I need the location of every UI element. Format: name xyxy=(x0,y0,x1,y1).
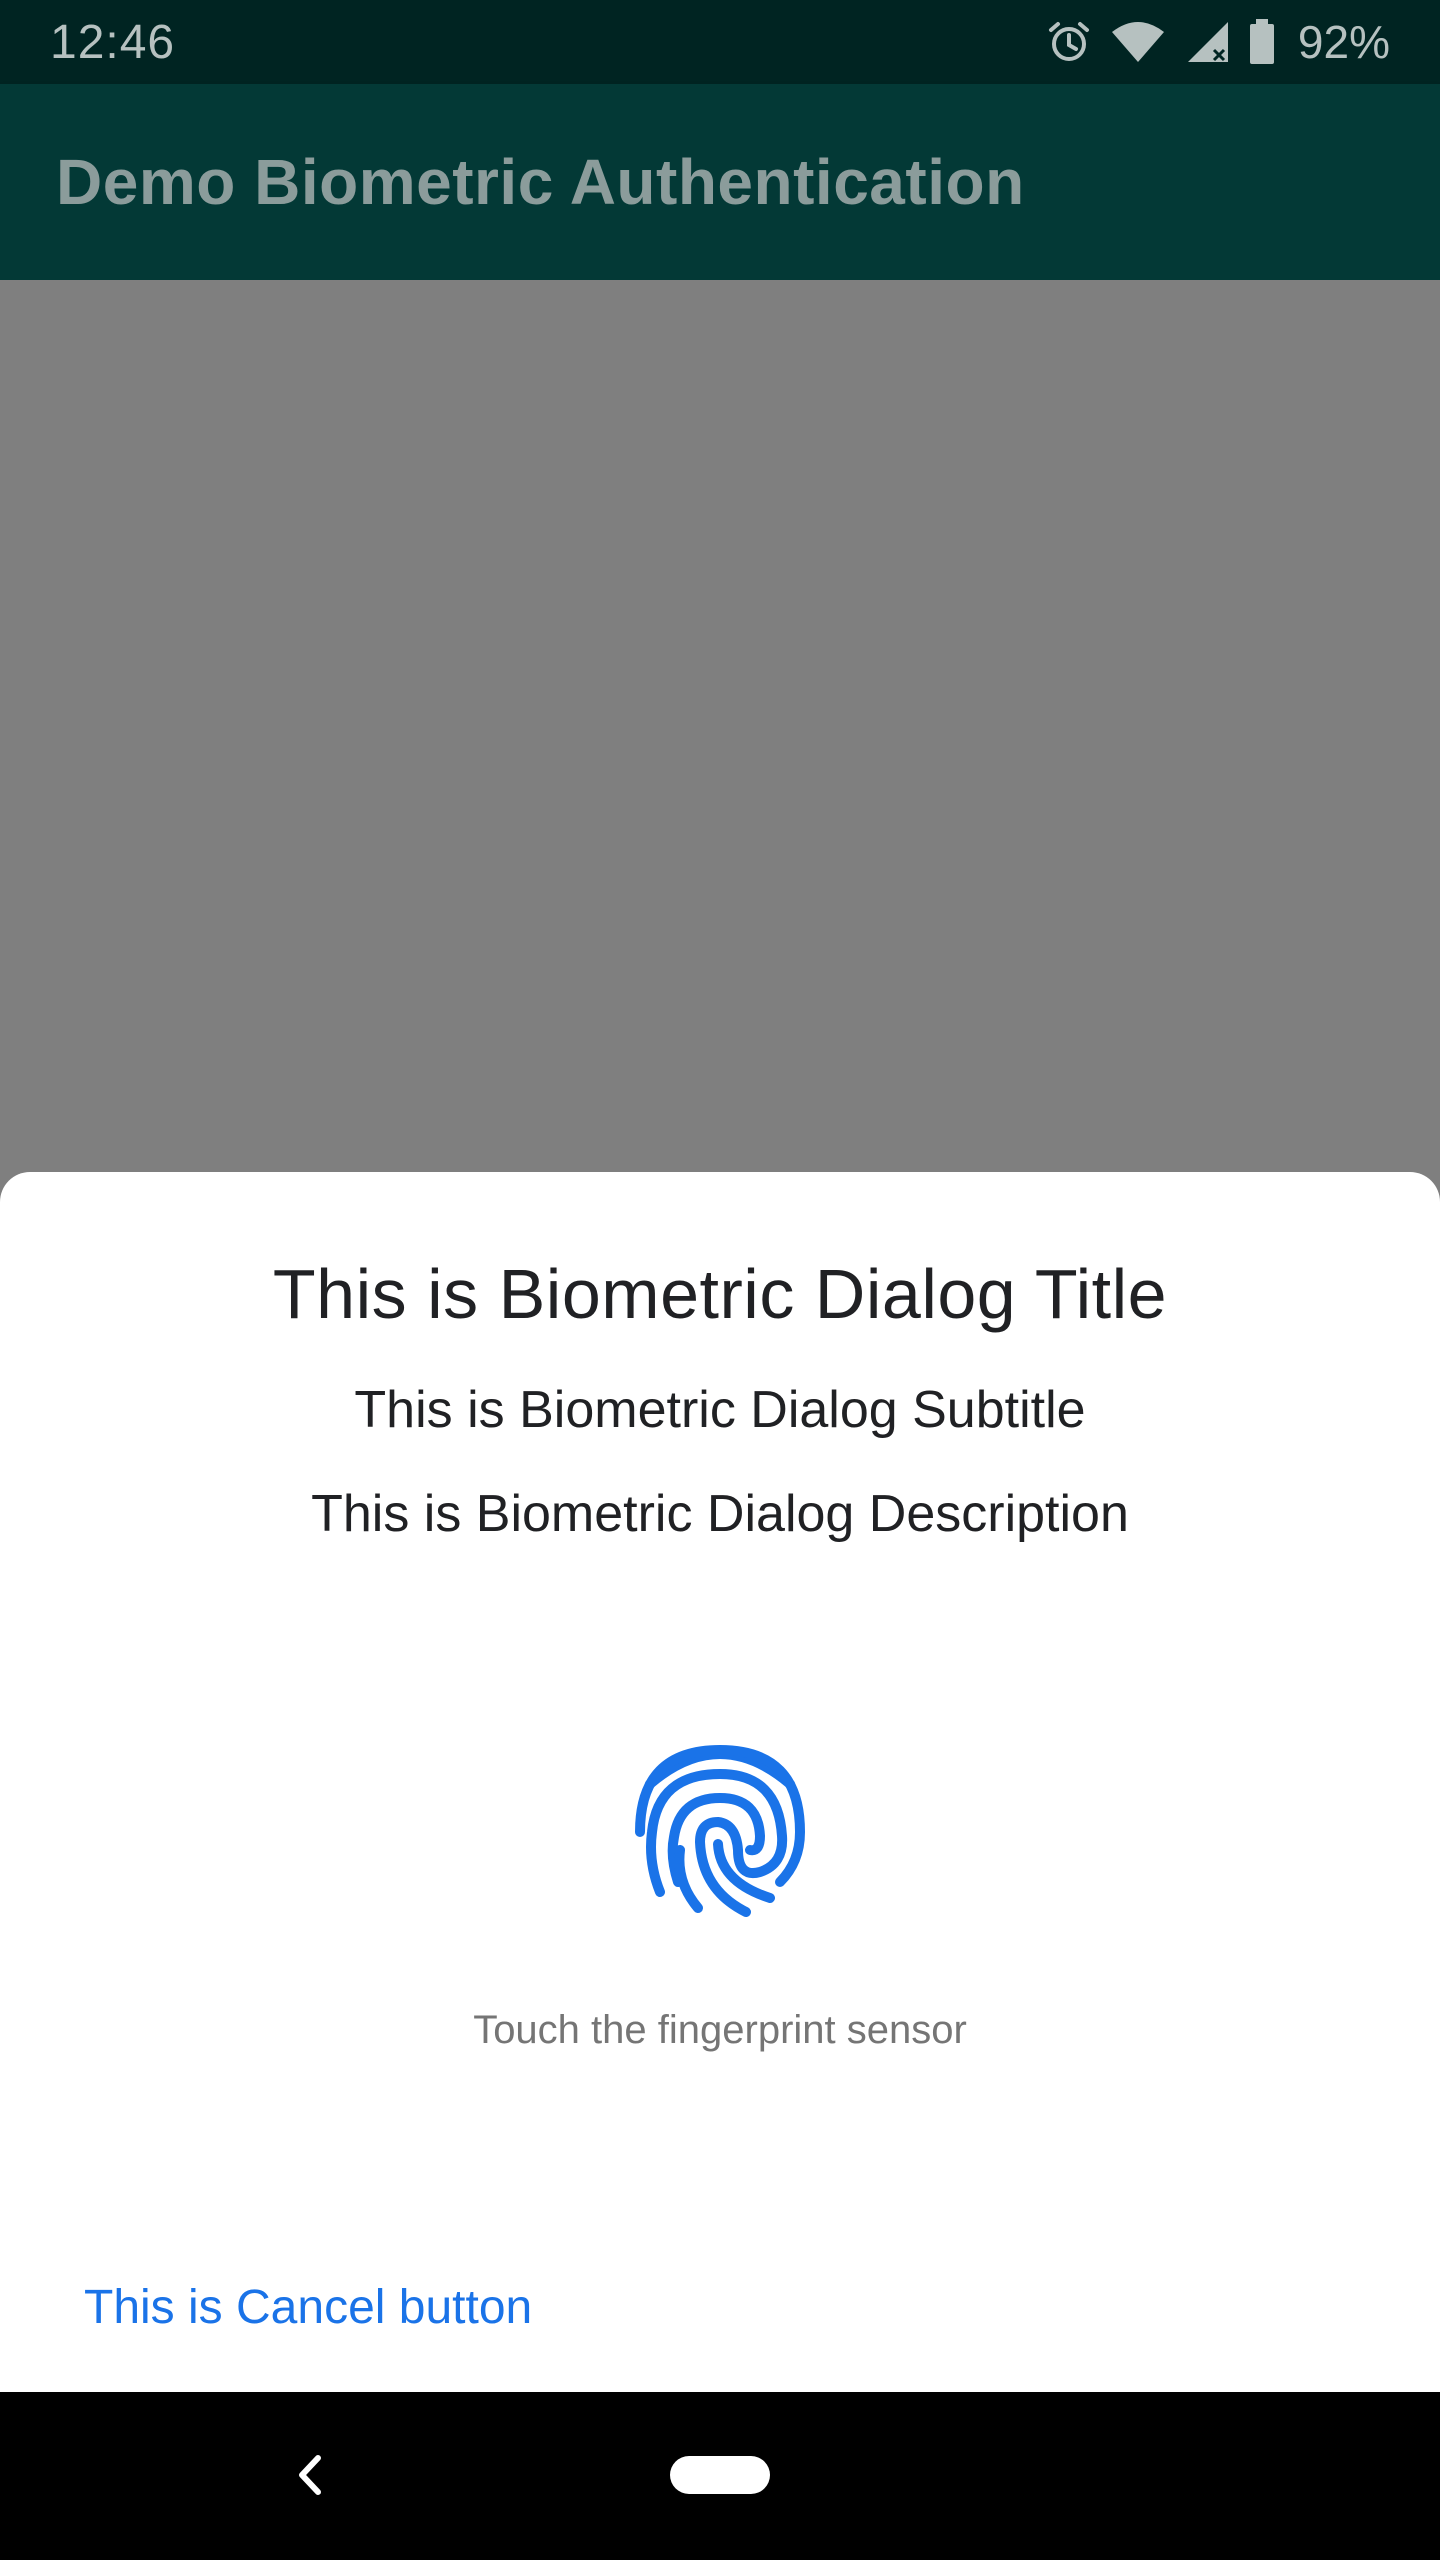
fingerprint-icon xyxy=(630,1732,810,1932)
dialog-subtitle: This is Biometric Dialog Subtitle xyxy=(354,1381,1086,1439)
app-bar: Demo Biometric Authentication xyxy=(0,84,1440,280)
fingerprint-hint: Touch the fingerprint sensor xyxy=(473,2008,967,2052)
cancel-button[interactable]: This is Cancel button xyxy=(84,2280,532,2335)
screen: 12:46 92% Demo Biometric Authentication … xyxy=(0,0,1440,2560)
biometric-dialog: This is Biometric Dialog Title This is B… xyxy=(0,1172,1440,2392)
dialog-scrim[interactable] xyxy=(0,280,1440,1172)
status-time: 12:46 xyxy=(50,15,176,69)
app-title: Demo Biometric Authentication xyxy=(56,146,1025,218)
battery-percentage: 92% xyxy=(1297,16,1390,68)
dialog-description: This is Biometric Dialog Description xyxy=(311,1485,1129,1543)
alarm-icon xyxy=(1046,19,1092,65)
battery-icon xyxy=(1248,19,1276,65)
wifi-icon xyxy=(1110,20,1166,64)
status-icons: 92% xyxy=(1046,15,1390,69)
home-pill[interactable] xyxy=(670,2456,770,2494)
back-icon[interactable] xyxy=(290,2450,330,2500)
dialog-title: This is Biometric Dialog Title xyxy=(272,1255,1168,1333)
navigation-bar xyxy=(0,2392,1440,2560)
cell-signal-icon xyxy=(1184,20,1230,64)
status-bar: 12:46 92% xyxy=(0,0,1440,84)
